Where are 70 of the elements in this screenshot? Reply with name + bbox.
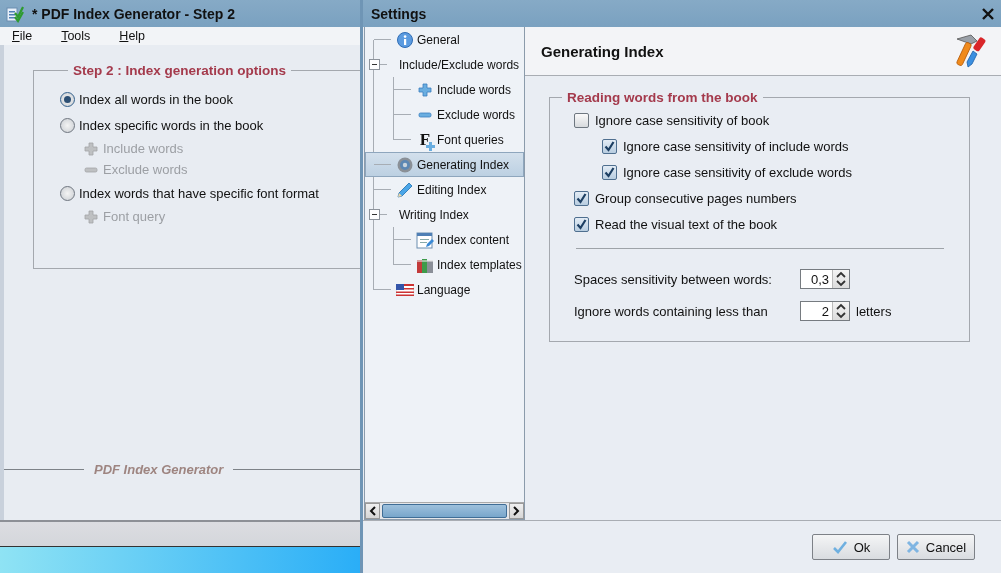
checkbox[interactable] (602, 164, 617, 180)
checkbox-label[interactable]: Group consecutive pages numbers (595, 190, 797, 206)
flag-icon (396, 283, 414, 296)
expand-toggle[interactable] (369, 59, 380, 70)
check-icon (576, 192, 587, 204)
tree-item[interactable]: F Font queries (365, 127, 524, 152)
field-label: Spaces sensitivity between words: (574, 271, 773, 287)
tree-item[interactable]: Index templates (365, 252, 524, 277)
cross-icon (905, 540, 920, 554)
unit-label: letters (856, 303, 892, 319)
radio-button[interactable] (60, 185, 75, 201)
checkbox-label[interactable]: Read the visual text of the book (595, 216, 778, 232)
spin-arrows-icon (832, 270, 849, 288)
page-title: Generating Index (541, 42, 664, 60)
dialog-title: Settings (371, 5, 427, 22)
option-label[interactable]: Index words that have specific font format (79, 185, 319, 201)
footer-brand: PDF Index Generator (93, 461, 225, 477)
close-icon (981, 6, 995, 21)
dialog-button[interactable]: Cancel (897, 534, 975, 560)
menu-item[interactable]: Help (111, 29, 154, 43)
number-spinner[interactable]: 2 (800, 301, 850, 321)
option-label[interactable]: Index all words in the book (79, 91, 233, 107)
font-icon: F (419, 131, 431, 148)
tree-item[interactable]: Generating Index (365, 152, 524, 177)
info-icon (397, 31, 413, 48)
check-icon (604, 140, 615, 152)
check-icon (576, 218, 587, 230)
tree-item[interactable]: Language (365, 277, 524, 302)
scroll-right-button[interactable] (509, 503, 524, 519)
group-title: Reading words from the book (566, 90, 759, 105)
radio-button[interactable] (60, 117, 75, 133)
checkbox-label[interactable]: Ignore case sensitivity of include words (623, 138, 849, 154)
tree-item[interactable]: Index content (365, 227, 524, 252)
close-button[interactable] (981, 6, 995, 21)
scrollbar-thumb[interactable] (382, 504, 507, 518)
expand-toggle[interactable] (369, 209, 380, 220)
chevron-left-icon (369, 506, 376, 516)
checkbox-label[interactable]: Ignore case sensitivity of exclude words (623, 164, 853, 180)
check-icon (831, 540, 848, 554)
tree-item[interactable]: Editing Index (365, 177, 524, 202)
menu-item[interactable]: Tools (53, 29, 99, 43)
pencil-icon (396, 180, 414, 199)
group-title: Step 2 : Index generation options (72, 63, 288, 78)
tree-item[interactable]: Writing Index (365, 202, 524, 227)
scroll-left-button[interactable] (365, 503, 380, 519)
gear-icon (397, 156, 413, 173)
plus-icon (84, 141, 98, 156)
chevron-right-icon (513, 506, 520, 516)
tree-item[interactable]: General (365, 27, 524, 52)
tree-item[interactable]: Exclude words (365, 102, 524, 127)
spin-arrows-icon (832, 302, 849, 320)
checkbox-label[interactable]: Ignore case sensitivity of book (595, 112, 770, 128)
tree-item[interactable]: Include/Exclude words (365, 52, 524, 77)
option-label[interactable]: Index specific words in the book (79, 117, 264, 133)
number-spinner[interactable]: 0,3 (800, 269, 850, 289)
dialog-button[interactable]: Ok (812, 534, 890, 560)
checkbox[interactable] (574, 190, 589, 206)
checkbox[interactable] (574, 216, 589, 232)
plus-icon (418, 82, 432, 97)
app-icon (6, 4, 24, 23)
checkbox[interactable] (574, 112, 589, 128)
window-title: * PDF Index Generator - Step 2 (32, 5, 236, 22)
check-icon (604, 166, 615, 178)
radio-button[interactable] (60, 91, 75, 107)
checkbox[interactable] (602, 138, 617, 154)
menu-item[interactable]: File (4, 29, 41, 43)
field-label: Ignore words containing less than (574, 303, 769, 319)
tree-item[interactable]: Include words (365, 77, 524, 102)
plus-icon (84, 209, 98, 224)
document-icon (416, 230, 434, 249)
